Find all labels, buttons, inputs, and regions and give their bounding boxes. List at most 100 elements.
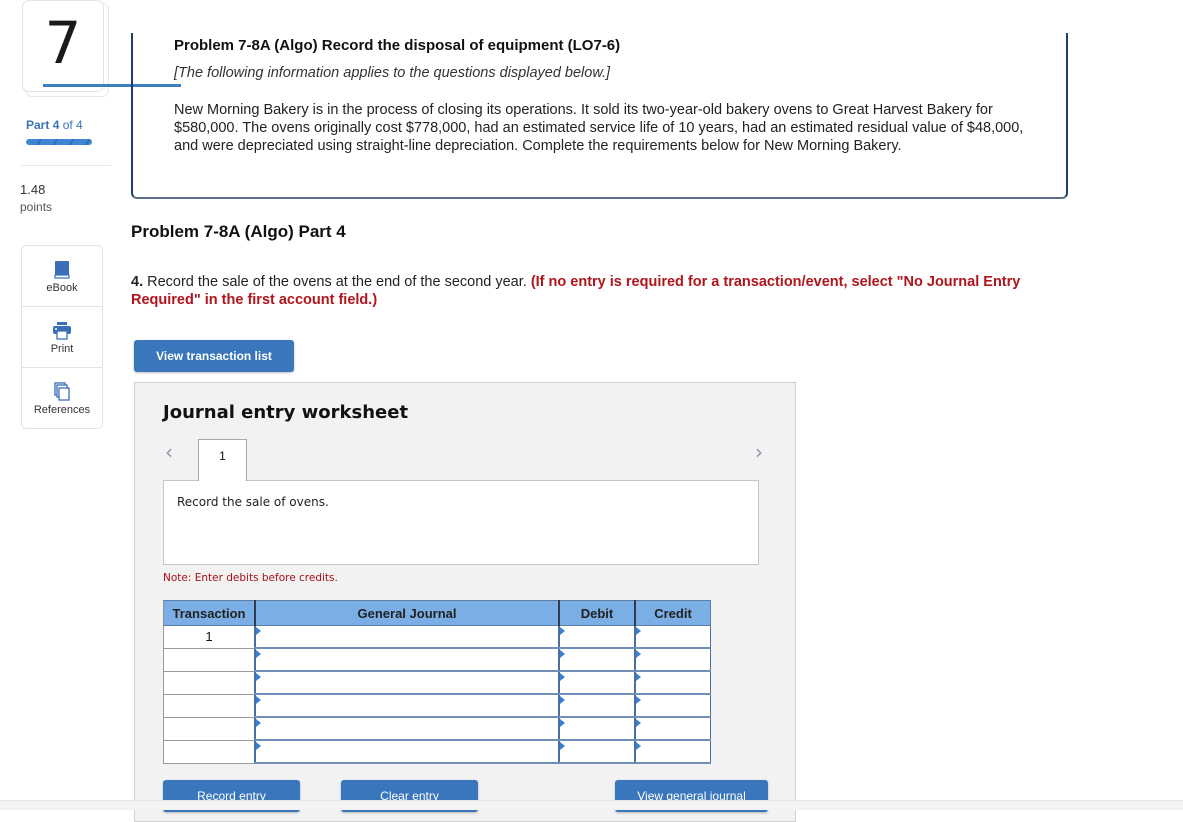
debit-input[interactable] [560,649,634,670]
account-select-cell [254,625,560,649]
account-select-cell [254,693,560,718]
dropdown-indicator-icon [636,742,641,750]
rail-divider [21,165,111,166]
credit-input-cell [634,716,711,741]
debit-input[interactable] [560,695,634,716]
col-general-journal: General Journal [254,600,560,626]
dropdown-indicator-icon [636,627,641,635]
instruction-text: Record the sale of the ovens at the end … [143,274,531,290]
credit-input[interactable] [636,649,710,670]
part-prefix: Part [26,118,50,132]
question-number-card: 7 [22,0,104,92]
dropdown-indicator-icon [636,673,641,681]
account-select[interactable] [256,718,558,739]
journal-row [163,647,711,672]
problem-body: New Morning Bakery is in the process of … [174,102,1024,154]
dropdown-indicator-icon [560,719,565,727]
credit-input-cell [634,693,711,718]
credit-input[interactable] [636,672,710,693]
col-debit: Debit [558,600,636,626]
account-select-cell [254,739,560,764]
col-transaction: Transaction [163,600,256,626]
credit-input-cell [634,647,711,672]
debit-input-cell [558,625,636,649]
journal-table: Transaction General Journal Debit Credit… [163,600,711,764]
part-current: 4 [52,118,60,132]
documents-icon [22,382,102,402]
tool-print[interactable]: Print [22,307,102,368]
part-indicator: Part 4 of 4 [26,118,83,132]
part-progress-bar [26,139,92,145]
debit-input-cell [558,739,636,764]
debit-input[interactable] [560,626,634,647]
part-heading: Problem 7-8A (Algo) Part 4 [131,222,346,241]
dropdown-indicator-icon [560,742,565,750]
account-select[interactable] [256,672,558,693]
problem-subtitle: [The following information applies to th… [174,65,611,81]
points-label: points [20,200,53,214]
dropdown-indicator-icon [256,673,261,681]
view-transaction-list-button[interactable]: View transaction list [134,340,294,372]
transaction-cell [163,716,256,741]
debit-input[interactable] [560,718,634,739]
instruction: 4. Record the sale of the ovens at the e… [131,273,1051,309]
transaction-cell [163,647,256,672]
dropdown-indicator-icon [636,719,641,727]
dropdown-indicator-icon [256,627,261,635]
dropdown-indicator-icon [560,696,565,704]
debit-input-cell [558,647,636,672]
account-select[interactable] [256,741,558,762]
credit-input[interactable] [636,718,710,739]
instruction-number: 4. [131,274,144,290]
credit-input[interactable] [636,695,710,716]
tool-references[interactable]: References [22,368,102,428]
dropdown-indicator-icon [256,742,261,750]
entry-note: Note: Enter debits before credits. [163,572,338,584]
account-select[interactable] [256,695,558,716]
transaction-cell: 1 [163,625,256,649]
transaction-cell [163,739,256,764]
journal-header-row: Transaction General Journal Debit Credit [163,600,711,626]
book-icon [22,260,102,280]
account-select-cell [254,716,560,741]
transaction-cell [163,693,256,718]
tools-panel: eBook Print References [21,245,103,429]
journal-row: 1 [163,625,711,649]
dropdown-indicator-icon [636,650,641,658]
credit-input[interactable] [636,626,710,647]
transaction-description-box [163,480,759,565]
problem-title: Problem 7-8A (Algo) Record the disposal … [174,37,621,54]
account-select-cell [254,647,560,672]
tool-references-label: References [33,404,91,416]
journal-row [163,739,711,764]
worksheet-title: Journal entry worksheet [163,402,409,423]
transaction-cell [163,670,256,695]
tool-print-label: Print [50,343,74,355]
tool-ebook-label: eBook [46,282,78,294]
dropdown-indicator-icon [256,650,261,658]
account-select[interactable] [256,649,558,670]
tool-ebook[interactable]: eBook [22,246,102,307]
debit-input[interactable] [560,741,634,762]
worksheet-tab-1[interactable]: 1 [198,439,247,481]
credit-input-cell [634,670,711,695]
col-credit: Credit [634,600,711,626]
debit-input[interactable] [560,672,634,693]
dropdown-indicator-icon [256,719,261,727]
dropdown-indicator-icon [256,696,261,704]
question-number: 7 [44,9,82,77]
dropdown-indicator-icon [560,627,565,635]
journal-row [163,693,711,718]
chevron-left-icon[interactable]: ‹ [165,440,173,464]
account-select-cell [254,670,560,695]
account-select[interactable] [256,626,558,647]
credit-input[interactable] [636,741,710,762]
credit-input-cell [634,739,711,764]
debit-input-cell [558,716,636,741]
debit-input-cell [558,693,636,718]
chevron-right-icon[interactable]: › [755,440,763,464]
printer-icon [22,321,102,341]
transaction-description: Record the sale of ovens. [177,495,329,509]
points-value: 1.48 [20,182,46,197]
part-suffix: of 4 [62,118,83,132]
